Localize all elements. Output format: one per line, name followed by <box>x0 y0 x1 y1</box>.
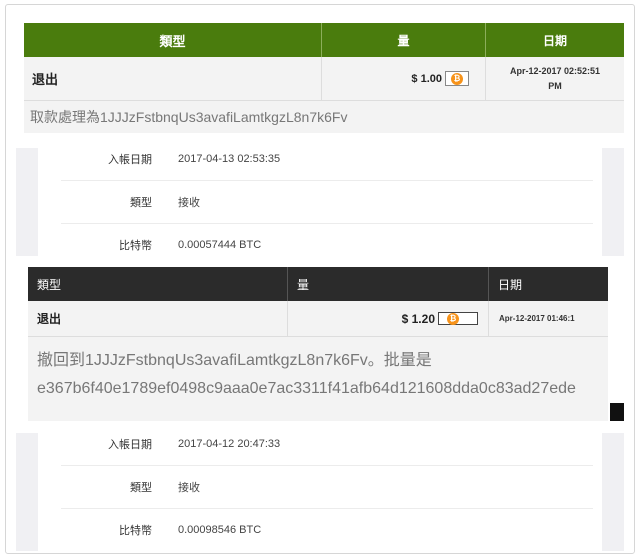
detail-row-btc: 比特幣 0.00098546 BTC <box>61 509 593 551</box>
detail-label: 比特幣 <box>119 240 152 252</box>
detail-row-date: 入帳日期 2017-04-12 20:47:33 <box>61 423 593 466</box>
bitcoin-icon: ₿ <box>451 72 463 85</box>
scrollbar-thumb[interactable] <box>610 403 624 421</box>
detail-value: 0.00057444 BTC <box>178 239 262 251</box>
receive-detail-panel: 入帳日期 2017-04-12 20:47:33 類型 接收 比特幣 0.000… <box>61 423 593 551</box>
column-header-date: 日期 <box>485 23 624 57</box>
screenshot-frame: 類型 量 日期 退出 $ 1.00 ₿ Apr-12-2017 02:52:51… <box>5 4 635 554</box>
detail-label: 入帳日期 <box>108 439 152 451</box>
column-header-date: 日期 <box>488 267 608 301</box>
detail-row-btc: 比特幣 0.00057444 BTC <box>61 224 593 266</box>
withdrawal-message-line1: 撤回到1JJJzFstbnqUs3avafiLamtkgzL8n7k6Fv。批量… <box>37 352 432 369</box>
detail-row-type: 類型 接收 <box>61 466 593 509</box>
column-header-type: 類型 <box>159 33 186 49</box>
withdrawal-date: Apr-12-2017 01:46:1 <box>488 301 608 336</box>
withdrawal-row: 退出 $ 1.20 ₿ Apr-12-2017 01:46:1 <box>28 301 608 337</box>
withdrawal-type: 退出 <box>37 312 62 326</box>
withdrawal-message: 取款處理為1JJJzFstbnqUs3avafiLamtkgzL8n7k6Fv <box>24 101 624 133</box>
withdrawal-type: 退出 <box>32 72 59 87</box>
detail-label: 比特幣 <box>119 525 152 537</box>
withdrawal-message-line2: e367b6f40e1789ef0498c9aaa0e7ac3311f41afb… <box>37 380 576 397</box>
detail-value: 接收 <box>178 197 200 209</box>
detail-label: 入帳日期 <box>108 154 152 166</box>
detail-label: 類型 <box>130 482 152 494</box>
column-header-amount: 量 <box>321 23 485 57</box>
withdrawal-amount: $ 1.20 <box>401 311 435 326</box>
withdrawal-table-header-dark: 類型 量 日期 <box>28 267 608 301</box>
detail-row-type: 類型 接收 <box>61 181 593 224</box>
detail-label: 類型 <box>130 197 152 209</box>
detail-value: 2017-04-13 02:53:35 <box>178 153 281 165</box>
receive-detail-panel: 入帳日期 2017-04-13 02:53:35 類型 接收 比特幣 0.000… <box>61 138 593 258</box>
withdrawal-date-line2: PM <box>548 80 562 91</box>
left-strip <box>16 433 38 551</box>
column-header-type: 類型 <box>37 277 62 292</box>
bitcoin-badge: ₿ <box>438 312 478 325</box>
withdrawal-amount-cell: $ 1.20 ₿ <box>287 301 488 336</box>
withdrawal-table-header: 類型 量 日期 <box>24 23 624 57</box>
withdrawal-amount-cell: $ 1.00 ₿ <box>321 57 485 100</box>
right-strip <box>602 148 624 256</box>
withdrawal-amount: $ 1.00 <box>411 72 442 85</box>
withdrawal-message: 撤回到1JJJzFstbnqUs3avafiLamtkgzL8n7k6Fv。批量… <box>28 337 608 421</box>
column-header-amount: 量 <box>287 267 488 301</box>
bitcoin-badge: ₿ <box>445 71 469 86</box>
right-strip <box>602 433 624 551</box>
bitcoin-icon: ₿ <box>447 312 459 325</box>
withdrawal-row: 退出 $ 1.00 ₿ Apr-12-2017 02:52:51 PM <box>24 57 624 101</box>
withdrawal-date-line1: Apr-12-2017 02:52:51 <box>509 65 601 76</box>
detail-row-date: 入帳日期 2017-04-13 02:53:35 <box>61 138 593 181</box>
detail-value: 0.00098546 BTC <box>178 524 262 536</box>
detail-value: 接收 <box>178 482 200 494</box>
detail-value: 2017-04-12 20:47:33 <box>178 438 281 450</box>
withdrawal-date: Apr-12-2017 02:52:51 PM <box>485 57 624 100</box>
left-strip <box>16 148 38 256</box>
